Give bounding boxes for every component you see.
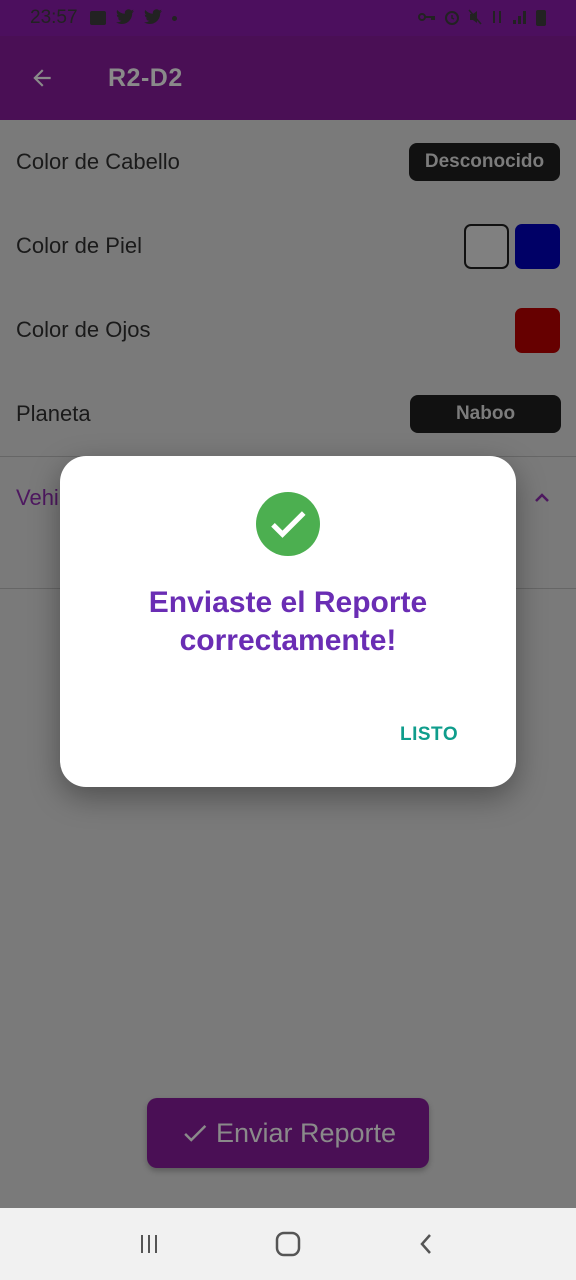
hair-color-label: Color de Cabello	[16, 149, 180, 174]
data-signal-icon	[490, 9, 504, 28]
recent-apps-icon	[141, 1235, 158, 1253]
hair-color-row: Color de Cabello Desconocido	[0, 120, 576, 204]
notification-icons	[89, 8, 177, 28]
eye-color-swatches	[515, 307, 560, 353]
mute-icon	[468, 9, 482, 28]
skin-color-label: Color de Piel	[16, 233, 142, 258]
submit-report-label: Enviar Reporte	[215, 1117, 397, 1148]
submit-report-button[interactable]: Enviar Reporte	[147, 1098, 429, 1168]
alarm-icon	[444, 9, 460, 28]
key-icon	[418, 10, 436, 26]
chevron-left-icon	[419, 1234, 431, 1254]
twitter-icon	[115, 8, 134, 28]
status-time: 23:57	[30, 7, 78, 28]
skin-color-swatch	[515, 223, 560, 269]
battery-icon	[536, 10, 546, 26]
back-nav-button[interactable]	[397, 1214, 457, 1274]
back-button[interactable]	[17, 53, 67, 103]
arrow-back-icon	[33, 69, 51, 87]
eye-color-swatch	[515, 307, 560, 353]
dialog-message: Enviaste el Reporte correctamente!	[148, 586, 428, 657]
planet-chip: Naboo	[410, 395, 561, 433]
success-check-icon	[256, 492, 320, 556]
system-icons	[418, 9, 546, 28]
planet-row: Planeta Naboo	[0, 372, 576, 456]
hair-color-chip: Desconocido	[409, 143, 560, 181]
status-bar: 23:57	[0, 0, 576, 36]
twitter-icon	[143, 8, 162, 28]
skin-color-swatches	[464, 223, 560, 269]
page-title: R2-D2	[108, 63, 183, 92]
signal-icon	[512, 9, 528, 28]
app-bar: R2-D2	[0, 36, 576, 120]
planet-label: Planeta	[16, 401, 91, 426]
eye-color-row: Color de Ojos	[0, 288, 576, 372]
home-icon	[275, 1231, 301, 1257]
eye-color-label: Color de Ojos	[16, 317, 151, 342]
vehicles-label: Vehi	[16, 485, 59, 510]
recent-apps-button[interactable]	[119, 1214, 179, 1274]
home-button[interactable]	[258, 1214, 318, 1274]
dialog-ok-button[interactable]: LISTO	[400, 724, 458, 746]
gallery-icon	[89, 11, 106, 25]
success-dialog: Enviaste el Reporte correctamente! LISTO	[60, 456, 516, 787]
check-icon	[184, 1125, 207, 1142]
more-notifications-icon	[171, 15, 177, 21]
skin-color-swatch	[464, 223, 509, 269]
system-nav-bar	[0, 1208, 576, 1280]
skin-color-row: Color de Piel	[0, 204, 576, 288]
chevron-up-icon[interactable]	[530, 486, 554, 515]
